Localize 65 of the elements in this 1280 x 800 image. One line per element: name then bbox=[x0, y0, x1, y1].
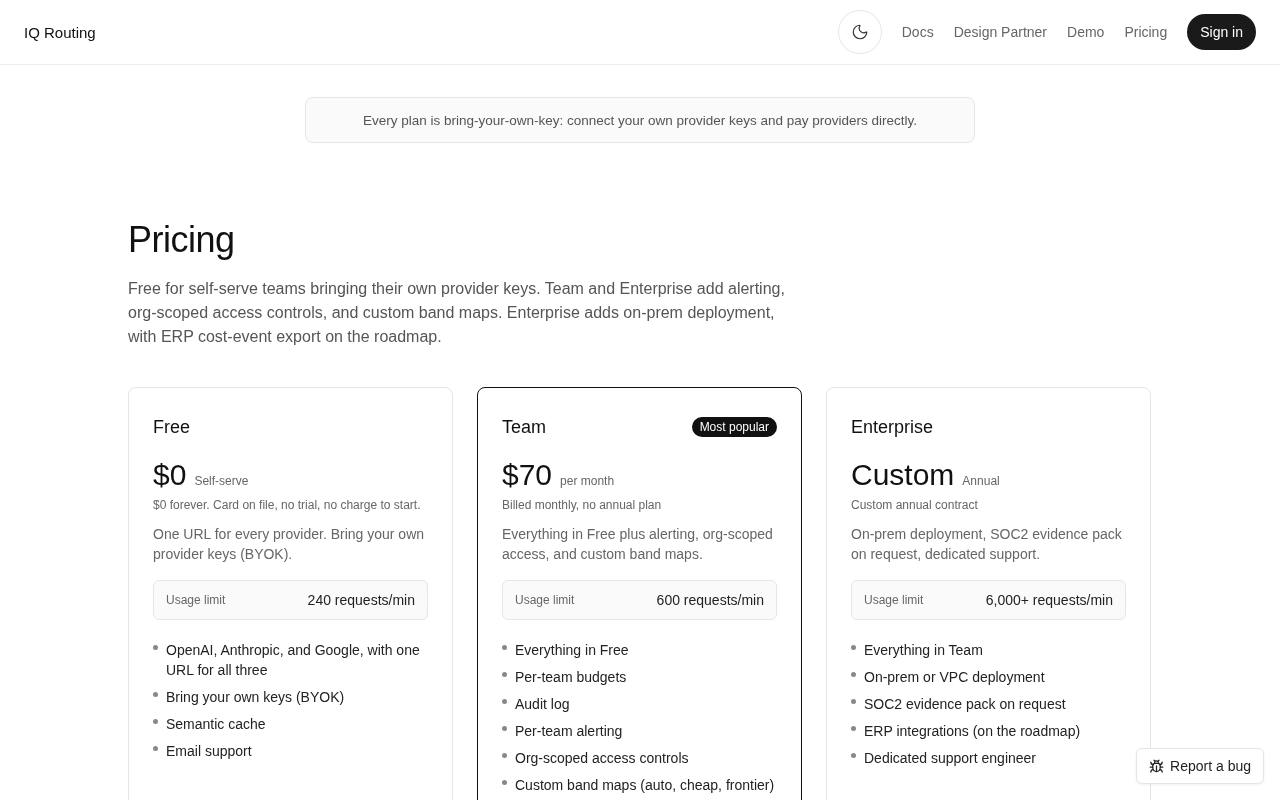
feature-text: ERP integrations (on the roadmap) bbox=[864, 722, 1081, 741]
feature-text: Per-team alerting bbox=[515, 722, 623, 741]
bullet-icon bbox=[153, 719, 158, 724]
sign-in-button[interactable]: Sign in bbox=[1187, 14, 1256, 50]
feature-text: Org-scoped access controls bbox=[515, 749, 689, 768]
usage-limit-value: 600 requests/min bbox=[656, 592, 764, 608]
feature-text: Everything in Team bbox=[864, 641, 983, 660]
brand-name[interactable]: IQ Routing bbox=[24, 23, 96, 41]
bullet-icon bbox=[502, 753, 507, 758]
nav-link[interactable]: Docs bbox=[901, 24, 934, 40]
feature-text: Audit log bbox=[515, 695, 570, 714]
usage-limit-label: Usage limit bbox=[166, 593, 226, 607]
billing-note: Custom annual contract bbox=[851, 498, 979, 512]
nav-link[interactable]: Demo bbox=[1067, 24, 1105, 40]
bullet-icon bbox=[502, 672, 507, 677]
bullet-icon bbox=[851, 699, 856, 704]
popular-badge: Most popular bbox=[691, 417, 777, 437]
bullet-icon bbox=[851, 753, 856, 758]
feature-text: Everything in Free bbox=[515, 641, 629, 660]
pricing-intro: Free for self-serve teams bringing their own provider keys. Team and Enterprise add alerting, org-scoped access controls, and custom band maps. Enterprise adds on-prem deployment, with ERP cost-event export on the roadmap. bbox=[128, 279, 786, 347]
bullet-icon bbox=[502, 699, 507, 704]
bullet-icon bbox=[502, 645, 507, 650]
billing-note: Billed monthly, no annual plan bbox=[502, 498, 663, 512]
billing-note: $0 forever. Card on file, no trial, no charge to start. bbox=[153, 498, 422, 512]
usage-limit-value: 6,000+ requests/min bbox=[985, 592, 1113, 608]
page-title: Pricing bbox=[128, 219, 236, 261]
usage-limit-value: 240 requests/min bbox=[307, 592, 415, 608]
feature-text: Bring your own keys (BYOK) bbox=[166, 688, 345, 707]
plan-price: $70 bbox=[502, 458, 553, 492]
plan-price: Custom bbox=[851, 458, 955, 492]
bullet-icon bbox=[502, 780, 507, 785]
price-period: Self-serve bbox=[194, 474, 249, 488]
plan-price: $0 bbox=[153, 458, 187, 492]
bullet-icon bbox=[851, 726, 856, 731]
price-period: Annual bbox=[962, 474, 1000, 488]
plan-summary: Everything in Free plus alerting, org-scoped access, and custom band maps. bbox=[502, 525, 774, 564]
feature-text: Per-team budgets bbox=[515, 668, 627, 687]
report-bug-button[interactable]: Report a bug bbox=[1136, 748, 1264, 784]
bullet-icon bbox=[851, 645, 856, 650]
feature-text: OpenAI, Anthropic, and Google, with one URL for all three bbox=[166, 641, 421, 680]
plan-name: Team bbox=[502, 416, 546, 438]
feature-text: Semantic cache bbox=[166, 715, 266, 734]
bullet-icon bbox=[502, 726, 507, 731]
nav-link[interactable]: Pricing bbox=[1124, 24, 1168, 40]
usage-limit-label: Usage limit bbox=[864, 593, 924, 607]
theme-toggle-button[interactable] bbox=[837, 10, 882, 54]
plan-summary: On-prem deployment, SOC2 evidence pack on request, dedicated support. bbox=[851, 525, 1123, 564]
bullet-icon bbox=[153, 645, 158, 650]
feature-text: Custom band maps (auto, cheap, frontier) bbox=[515, 776, 775, 795]
feature-text: On-prem or VPC deployment bbox=[864, 668, 1045, 687]
plan-name: Enterprise bbox=[851, 416, 934, 438]
plan-summary: One URL for every provider. Bring your own provider keys (BYOK). bbox=[153, 525, 426, 564]
bullet-icon bbox=[851, 672, 856, 677]
byok-notice: Every plan is bring-your-own-key: connect your own provider keys and pay providers directly. bbox=[305, 97, 975, 143]
feature-text: SOC2 evidence pack on request bbox=[864, 695, 1066, 714]
price-period: per month bbox=[560, 474, 615, 488]
usage-limit-label: Usage limit bbox=[515, 593, 575, 607]
bullet-icon bbox=[153, 692, 158, 697]
feature-text: Dedicated support engineer bbox=[864, 749, 1036, 768]
bullet-icon bbox=[153, 746, 158, 751]
moon-icon bbox=[850, 23, 869, 41]
nav-link[interactable]: Design Partner bbox=[953, 24, 1048, 40]
plan-name: Free bbox=[153, 416, 190, 438]
bug-icon bbox=[1149, 758, 1165, 774]
feature-text: Email support bbox=[166, 742, 252, 761]
